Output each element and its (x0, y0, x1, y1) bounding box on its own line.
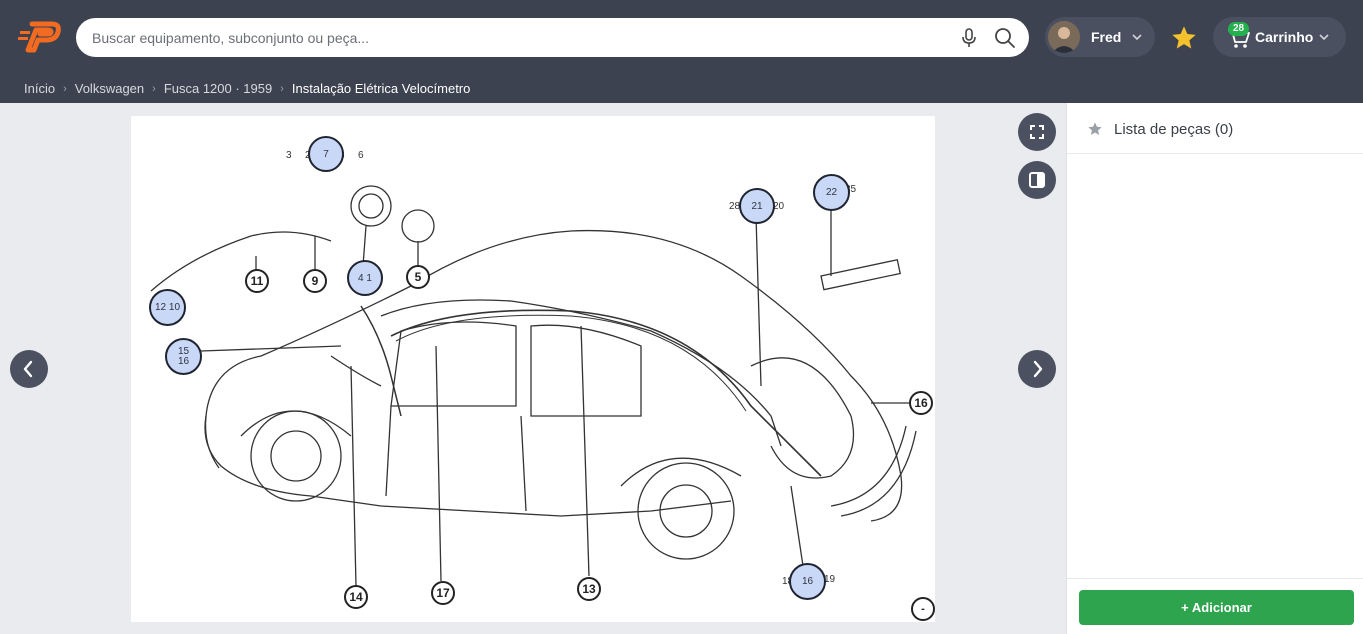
zoom-out-button[interactable]: - (911, 597, 935, 621)
chevron-down-icon (1319, 34, 1329, 41)
top-bar: Fred 28 Carrinho Início › Volkswagen › F… (0, 0, 1363, 103)
parts-list-panel: Lista de peças (0) + Adicionar (1066, 103, 1363, 634)
fullscreen-button[interactable] (1018, 113, 1056, 151)
search-input[interactable] (92, 18, 932, 57)
part-hotspot[interactable]: 22 (813, 174, 850, 211)
split-view-icon (1029, 172, 1045, 188)
parts-list-footer: + Adicionar (1067, 578, 1363, 634)
part-callout[interactable]: 13 (577, 577, 601, 601)
fullscreen-icon (1030, 125, 1044, 139)
ref-label: 3 (286, 150, 292, 161)
part-callout[interactable]: 14 (344, 585, 368, 609)
part-hotspot[interactable]: 7 (308, 136, 344, 172)
user-menu[interactable]: Fred (1045, 17, 1155, 57)
search-bar (76, 18, 1029, 57)
chevron-right-icon (1033, 360, 1043, 378)
star-icon[interactable] (1087, 121, 1103, 137)
cart-button[interactable]: 28 Carrinho (1213, 17, 1346, 57)
favorites-star-icon[interactable] (1170, 24, 1198, 52)
chevron-left-icon (23, 360, 33, 378)
avatar (1048, 21, 1080, 53)
toggle-panel-button[interactable] (1018, 161, 1056, 199)
previous-diagram-button[interactable] (10, 350, 48, 388)
part-hotspot[interactable]: 4 1 (347, 260, 383, 296)
logo-icon[interactable] (18, 20, 62, 54)
diagram-viewer: 3 2 8 6 20 28 35 19 18 7 4 1 12 10 15 16… (0, 103, 1066, 634)
parts-list-title: Lista de peças (0) (1114, 121, 1234, 138)
part-hotspot[interactable]: 15 16 (165, 338, 202, 375)
breadcrumb-separator: › (63, 82, 67, 95)
add-button[interactable]: + Adicionar (1079, 590, 1354, 625)
breadcrumb-separator: › (152, 82, 156, 95)
user-name: Fred (1091, 29, 1122, 45)
ref-label: 6 (358, 150, 364, 161)
microphone-icon[interactable] (960, 28, 978, 48)
part-hotspot[interactable]: 12 10 (149, 289, 186, 326)
part-hotspot[interactable]: 21 (739, 188, 775, 224)
breadcrumb-home[interactable]: Início (24, 81, 55, 96)
breadcrumb-model[interactable]: Fusca 1200 · 1959 (164, 81, 272, 96)
part-callout[interactable]: 9 (303, 269, 327, 293)
part-callout[interactable]: 5 (406, 265, 430, 289)
next-diagram-button[interactable] (1018, 350, 1056, 388)
chevron-down-icon (1132, 34, 1142, 41)
breadcrumb-current: Instalação Elétrica Velocímetro (291, 81, 471, 96)
cart-label: Carrinho (1255, 29, 1314, 45)
part-callout[interactable]: 17 (431, 581, 455, 605)
part-callout[interactable]: 16 (909, 391, 933, 415)
parts-diagram[interactable]: 3 2 8 6 20 28 35 19 18 7 4 1 12 10 15 16… (131, 116, 935, 622)
search-icon[interactable] (994, 27, 1016, 49)
cart-count-badge: 28 (1228, 22, 1250, 36)
part-hotspot[interactable]: 16 (789, 563, 826, 600)
breadcrumb-separator: › (280, 82, 284, 95)
breadcrumb: Início › Volkswagen › Fusca 1200 · 1959 … (24, 81, 470, 96)
part-callout[interactable]: 11 (245, 269, 269, 293)
parts-list-header: Lista de peças (0) (1067, 103, 1363, 154)
breadcrumb-brand[interactable]: Volkswagen (75, 81, 144, 96)
